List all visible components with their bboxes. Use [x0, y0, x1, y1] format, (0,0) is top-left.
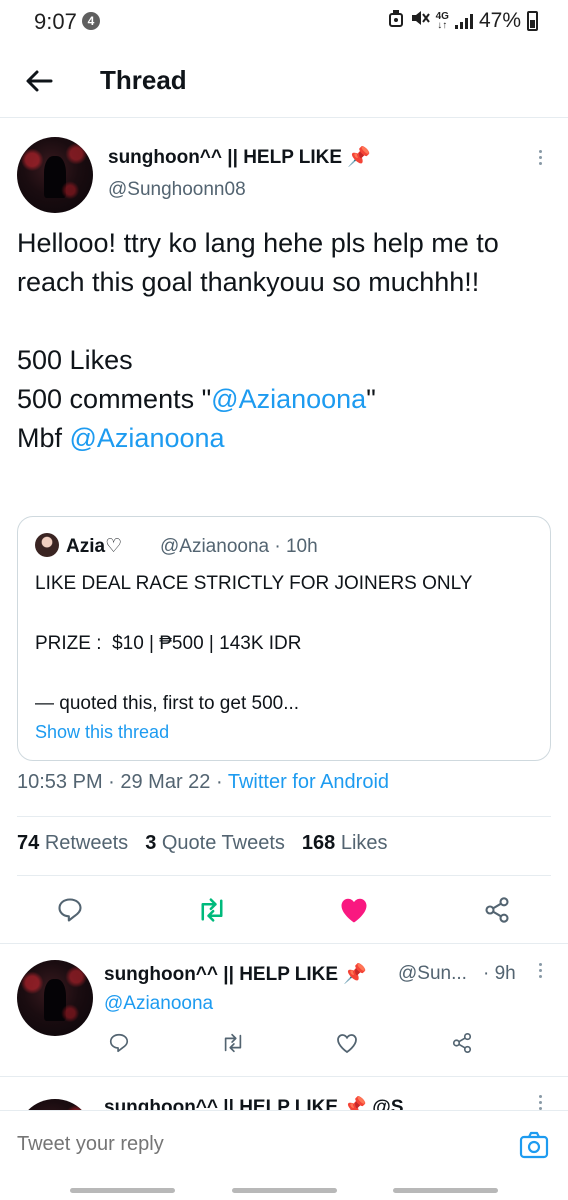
- mention-link[interactable]: @Azianoona: [211, 384, 366, 414]
- reply-button[interactable]: [53, 893, 87, 927]
- retweet-icon: [201, 898, 223, 922]
- camera-button[interactable]: [518, 1129, 550, 1161]
- system-nav-bar: [0, 1180, 568, 1200]
- arrow-left-icon: [26, 70, 53, 92]
- tweet-text: Hellooo! ttry ko lang hehe pls help me t…: [17, 228, 507, 453]
- author-display-name[interactable]: sunghoon^^ || HELP LIKE 📌: [108, 145, 371, 169]
- retweets-stat[interactable]: 74 Retweets: [17, 832, 128, 855]
- reply-icon: [109, 1033, 129, 1053]
- quoted-tweet-card[interactable]: Azia♡ @Azianoona · 10h LIKE DEAL RACE ST…: [17, 516, 551, 761]
- author-handle[interactable]: @Sunghoonn08: [108, 179, 246, 201]
- battery-percent: 47%: [478, 9, 521, 32]
- reply-input[interactable]: [17, 1133, 477, 1156]
- status-bar: 9:07 4 4G ↓↑ 47%: [0, 0, 568, 44]
- more-options-icon[interactable]: [537, 1095, 543, 1110]
- status-icons: 4G ↓↑ 47%: [388, 9, 538, 33]
- pin-icon: 📌: [347, 147, 372, 168]
- signal-icon: [454, 13, 473, 29]
- heart-filled-icon: [341, 898, 367, 923]
- retweet-icon: [224, 1033, 242, 1053]
- reply-author-avatar[interactable]: [17, 960, 93, 1036]
- tweet-actions: [0, 893, 568, 927]
- retweet-button[interactable]: [220, 1030, 246, 1056]
- reply-text: @Azianoona: [104, 993, 213, 1015]
- quoted-author-name: Azia♡: [66, 536, 123, 557]
- nav-home-handle[interactable]: [232, 1188, 337, 1193]
- like-button[interactable]: [337, 893, 371, 927]
- alarm-icon: [388, 9, 404, 33]
- quote-tweets-stat[interactable]: 3 Quote Tweets: [145, 832, 285, 855]
- divider: [17, 875, 551, 876]
- camera-icon: [519, 1131, 549, 1159]
- status-time: 9:07: [34, 9, 77, 34]
- quoted-author-meta: @Azianoona · 10h: [160, 536, 318, 557]
- tweet-source-link[interactable]: Twitter for Android: [228, 771, 389, 793]
- battery-icon: [527, 11, 538, 31]
- mention-link[interactable]: @Azianoona: [104, 993, 213, 1014]
- heart-icon: [337, 1034, 357, 1054]
- more-options-icon[interactable]: [537, 150, 543, 165]
- quoted-tweet-text: LIKE DEAL RACE STRICTLY FOR JOINERS ONLY…: [35, 573, 473, 714]
- page-title: Thread: [100, 65, 187, 95]
- reply-button[interactable]: [106, 1030, 132, 1056]
- mute-icon: [410, 9, 430, 33]
- divider: [17, 816, 551, 817]
- share-button[interactable]: [480, 893, 514, 927]
- next-reply-peek[interactable]: sunghoon^^ || HELP LIKE 📌 @S...: [0, 1076, 568, 1110]
- reply-icon: [58, 898, 82, 922]
- reply-compose-bar: [0, 1110, 568, 1180]
- retweet-button[interactable]: [195, 893, 229, 927]
- divider: [0, 943, 568, 944]
- network-type-icon: 4G ↓↑: [435, 11, 449, 31]
- reply-author-handle[interactable]: @Sun...: [398, 963, 467, 985]
- share-icon: [452, 1033, 472, 1053]
- author-avatar[interactable]: [17, 137, 93, 213]
- pin-icon: 📌: [343, 964, 368, 985]
- next-reply-author-name: sunghoon^^ || HELP LIKE 📌 @S...: [104, 1097, 420, 1110]
- share-button[interactable]: [449, 1030, 475, 1056]
- share-icon: [485, 897, 509, 923]
- tweet-timestamp: 10:53 PM · 29 Mar 22 · Twitter for Andro…: [17, 771, 390, 793]
- notification-count-badge: 4: [82, 12, 100, 30]
- nav-recents-handle[interactable]: [393, 1188, 498, 1193]
- reply-author-name[interactable]: sunghoon^^ || HELP LIKE 📌: [104, 962, 367, 986]
- likes-stat[interactable]: 168 Likes: [302, 832, 388, 855]
- more-options-icon[interactable]: [537, 963, 543, 978]
- quoted-author-avatar: [35, 533, 59, 557]
- back-button[interactable]: [22, 64, 56, 98]
- reply-actions: [0, 1030, 568, 1056]
- tweet-stats: 74 Retweets 3 Quote Tweets 168 Likes: [17, 832, 388, 855]
- show-thread-link[interactable]: Show this thread: [35, 722, 169, 743]
- reply-time: · 9h: [483, 963, 516, 984]
- nav-back-handle[interactable]: [70, 1188, 175, 1193]
- mention-link[interactable]: @Azianoona: [70, 423, 225, 453]
- like-button[interactable]: [334, 1030, 360, 1056]
- next-reply-avatar: [17, 1099, 93, 1110]
- app-header: Thread: [0, 44, 568, 118]
